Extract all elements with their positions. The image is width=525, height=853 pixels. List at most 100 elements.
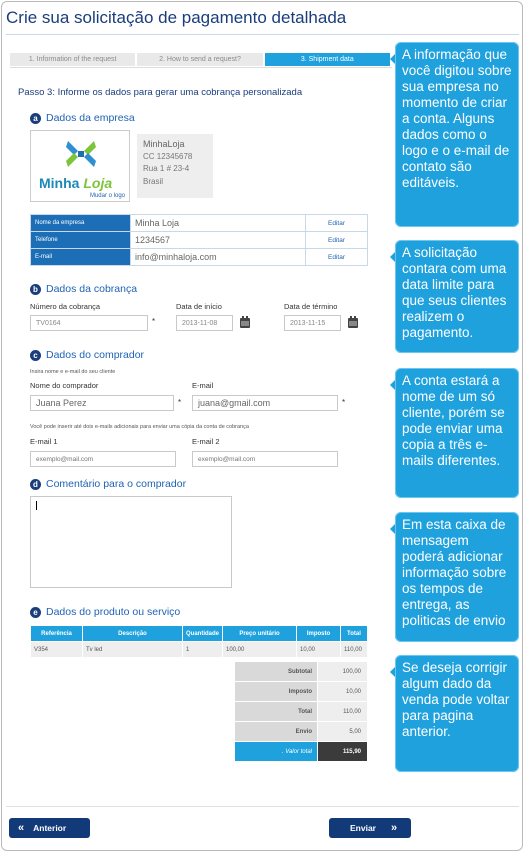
table-row: Nome da empresa Minha Loja Editar (30, 214, 368, 232)
required-mark: * (152, 317, 156, 326)
buyer-name-label: Nome do comprador (30, 381, 99, 390)
callout-go-back: Se deseja corrigir algum dado da venda p… (390, 655, 519, 772)
table-row: Imposto 10,00 (234, 681, 368, 702)
start-date-label: Data de início (176, 302, 222, 311)
logo-word-loja: Loja (83, 175, 113, 191)
section-badge-a: a (30, 112, 41, 124)
grand-total-value: 115,90 (317, 741, 368, 762)
shipping-value: 5,00 (317, 721, 368, 742)
phone-label: Telefone (30, 231, 131, 249)
buyer-name-input[interactable]: Juana Perez (30, 395, 174, 411)
email2-label: E-mail 2 (192, 437, 220, 446)
email-label: E-mail (30, 248, 131, 266)
step-1[interactable]: 1. Information of the request (10, 53, 136, 66)
required-mark: * (178, 398, 182, 407)
send-button-label: Enviar (350, 823, 376, 833)
edit-email-link[interactable]: Editar (305, 248, 368, 266)
col-description: Descrição (82, 625, 183, 642)
section-badge-c: c (30, 349, 41, 361)
back-button[interactable]: « Anterior (9, 818, 90, 838)
section-comment-title: Comentário para o comprador (46, 478, 187, 490)
back-button-label: Anterior (33, 823, 67, 833)
subtotal-label: Subtotal (234, 661, 318, 682)
page-title: Crie sua solicitação de pagamento detalh… (6, 8, 347, 27)
total-value: 110,00 (317, 701, 368, 722)
cell-quantity: 1 (182, 641, 223, 658)
logo-word-minha: Minha (39, 175, 80, 191)
section-company-title: Dados da empresa (46, 112, 135, 124)
company-card-address: Rua 1 # 23-4 (143, 164, 190, 173)
end-date-label: Data de término (284, 302, 338, 311)
callout-deadline: A solicitação contara com uma data limit… (390, 240, 519, 353)
required-mark: * (342, 398, 346, 407)
cell-total: 110,00 (340, 641, 368, 658)
step-progress: 1. Information of the request 2. How to … (10, 53, 392, 66)
company-logo[interactable]: Minha Loja Mudar o logo (30, 130, 130, 202)
section-billing-header: b Dados da cobrança (30, 283, 137, 295)
end-date-input[interactable]: 2013-11-15 (284, 315, 341, 331)
table-row: V354 Tv led 1 100,00 10,00 110,00 (30, 641, 368, 658)
col-tax: Imposto (296, 625, 341, 642)
company-card-country: Brasil (143, 176, 164, 186)
company-card-cc: CC 12345678 (143, 151, 193, 161)
logo-brand-text: Minha Loja (39, 175, 112, 191)
section-company-header: a Dados da empresa (30, 112, 135, 124)
subtotal-value: 100,00 (317, 661, 368, 682)
tax-label: Imposto (234, 681, 318, 702)
email1-input[interactable] (30, 451, 176, 467)
section-badge-b: b (30, 283, 41, 295)
section-buyer-title: Dados do comprador (46, 349, 145, 361)
title-divider (6, 34, 519, 35)
extra-emails-hint: Você pode inserir até dois e-mails adici… (30, 424, 249, 430)
section-comment-header: d Comentário para o comprador (30, 478, 186, 490)
table-row: Subtotal 100,00 (234, 661, 368, 682)
footer-divider (6, 806, 519, 807)
section-product-title: Dados do produto ou serviço (46, 606, 181, 618)
calendar-icon[interactable] (348, 316, 358, 328)
section-buyer-header: c Dados do comprador (30, 349, 144, 361)
company-name-label: Nome da empresa (30, 214, 131, 232)
edit-company-name-link[interactable]: Editar (305, 214, 368, 232)
col-reference: Referência (30, 625, 83, 642)
total-label: Total (234, 701, 318, 722)
billing-number-input[interactable]: TV0164 (30, 315, 148, 331)
shipping-label: Envio (234, 721, 318, 742)
table-row: Total 110,00 (234, 701, 368, 722)
email2-input[interactable] (192, 451, 338, 467)
buyer-hint: Insira nome e e-mail do seu cliente (30, 369, 116, 375)
text-caret (36, 501, 37, 510)
double-chevron-left-icon: « (18, 822, 25, 834)
section-product-header: e Dados do produto ou serviço (30, 606, 180, 618)
tax-value: 10,00 (317, 681, 368, 702)
table-row: Telefone 1234567 Editar (30, 231, 368, 249)
step-title: Passo 3: Informe os dados para gerar uma… (18, 87, 303, 98)
calendar-icon[interactable] (240, 316, 250, 328)
company-card: MinhaLoja CC 12345678 Rua 1 # 23-4 Brasi… (137, 134, 213, 198)
table-row: E-mail info@minhaloja.com Editar (30, 248, 368, 266)
col-unit-price: Preço unitário (222, 625, 297, 642)
edit-phone-link[interactable]: Editar (305, 231, 368, 249)
callout-buyer: A conta estará a nome de um só cliente, … (390, 368, 519, 498)
company-name-value: Minha Loja (130, 214, 306, 232)
callout-comment: Em esta caixa de mensagem poderá adicion… (390, 512, 519, 642)
comment-textarea[interactable] (30, 496, 232, 588)
phone-value: 1234567 (130, 231, 306, 249)
section-billing-title: Dados da cobrança (46, 283, 138, 295)
step-2[interactable]: 2. How to send a request? (137, 53, 263, 66)
step-3-active[interactable]: 3. Shipment data (264, 53, 390, 66)
email-value: info@minhaloja.com (130, 248, 306, 266)
steps-divider (10, 67, 392, 68)
double-chevron-right-icon: » (391, 822, 398, 834)
cell-reference: V354 (30, 641, 83, 658)
callout-company-info: A informação que você digitou sobre sua … (390, 42, 519, 227)
totals-table: Subtotal 100,00 Imposto 10,00 Total 110,00 … (234, 661, 368, 762)
buyer-email-label: E-mail (192, 381, 214, 390)
cell-tax: 10,00 (296, 641, 341, 658)
table-row: . Valor total 115,90 (234, 741, 368, 762)
change-logo-link[interactable]: Mudar o logo (90, 193, 125, 199)
buyer-email-input[interactable]: juana@gmail.com (192, 395, 338, 411)
start-date-input[interactable]: 2013-11-08 (176, 315, 233, 331)
company-card-name: MinhaLoja (143, 139, 185, 149)
cell-description: Tv led (82, 641, 183, 658)
send-button[interactable]: Enviar » (329, 818, 411, 838)
